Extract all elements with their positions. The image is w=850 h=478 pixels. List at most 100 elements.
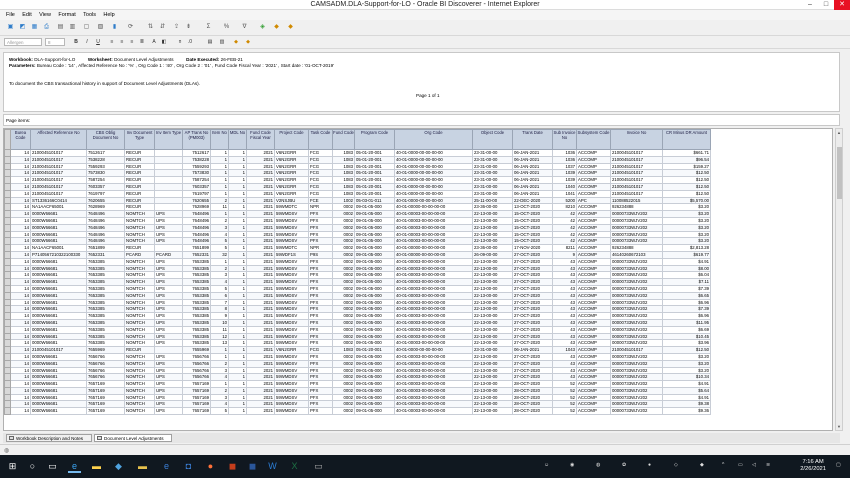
table-cell[interactable]: 2100045101017 <box>610 162 663 171</box>
column-header[interactable]: Subsystem Code <box>576 129 611 150</box>
table-cell[interactable]: 1 <box>210 210 229 218</box>
table-cell[interactable]: V6N2GRR <box>274 162 309 171</box>
table-cell[interactable]: 14 <box>10 298 31 307</box>
table-cell[interactable]: 2021 <box>246 210 275 218</box>
table-cell[interactable]: NOMTCH <box>124 359 155 368</box>
table-cell[interactable]: NOMTCH <box>124 305 155 314</box>
table-cell[interactable]: 00000733WJV202 <box>610 393 663 402</box>
table-cell[interactable]: 7653385 <box>86 339 125 348</box>
table-cell[interactable]: 0002 <box>332 257 355 266</box>
table-cell[interactable]: NOMTCH <box>124 210 155 218</box>
table-cell[interactable]: NOMTCH <box>124 380 155 388</box>
table-cell[interactable]: 0000W66681 <box>30 366 87 375</box>
table-cell[interactable]: 7559293 <box>86 162 125 171</box>
table-cell[interactable]: $12.50 <box>662 176 711 184</box>
table-cell[interactable]: UPS <box>154 359 183 368</box>
menu-tools[interactable]: Tools <box>83 10 96 20</box>
table-cell[interactable]: 00000733WJV202 <box>610 359 663 368</box>
table-cell[interactable]: NOMTCH <box>124 339 155 348</box>
table-cell[interactable]: 926234888 <box>610 203 663 212</box>
table-cell[interactable]: 43 <box>552 352 577 361</box>
table-cell[interactable]: 7648496 <box>182 230 211 239</box>
table-cell[interactable]: 40-01-00003-00-00-00-00 <box>394 237 473 246</box>
table-cell[interactable]: 0000W66681 <box>30 237 87 246</box>
table-cell[interactable]: $3.20 <box>662 216 711 225</box>
table-cell[interactable] <box>154 203 183 212</box>
table-cell[interactable]: 1083 <box>332 182 355 191</box>
table-cell[interactable]: 0002 <box>332 216 355 225</box>
new-workbook-icon[interactable]: ▣ <box>6 23 15 32</box>
table-cell[interactable]: 2021 <box>246 278 275 286</box>
table-cell[interactable]: 40-01-00003-00-00-00-00 <box>394 332 473 341</box>
table-cell[interactable]: 14 <box>10 264 31 273</box>
table-row[interactable]: 14 ST1336166C0414 7620655 RECUR 7620655 2 1 202… <box>4 196 833 205</box>
table-cell[interactable]: 14 <box>10 366 31 375</box>
table-cell[interactable]: $3.20 <box>662 203 711 212</box>
table-cell[interactable]: 2021 <box>246 250 275 259</box>
table-cell[interactable]: 0000W66681 <box>30 339 87 348</box>
table-cell[interactable]: 0002 <box>332 332 355 341</box>
taskbar-clock[interactable]: 7:16 AM 2/26/2021 <box>800 459 826 473</box>
table-cell[interactable]: 2100045101017 <box>30 189 87 198</box>
table-cell[interactable]: PFX <box>308 380 333 388</box>
table-cell[interactable]: 7653385 <box>86 325 125 334</box>
table-cell[interactable]: 40-01-00003-00-00-00-00 <box>394 325 473 334</box>
table-cell[interactable]: 00000733WJV202 <box>610 291 663 300</box>
table-row[interactable]: 14 P7140567210322100330 7652331 PCARD PCARD 7… <box>4 250 833 259</box>
table-cell[interactable]: 0002 <box>332 380 355 388</box>
table-cell[interactable]: 22-13-00-00 <box>472 312 513 320</box>
table-cell[interactable]: 3 <box>210 393 229 402</box>
table-cell[interactable]: RECUR <box>124 149 155 157</box>
table-cell[interactable]: 0000W66681 <box>30 216 87 225</box>
table-cell[interactable]: PFX <box>308 230 333 239</box>
table-cell[interactable]: 00000733WJV202 <box>610 284 663 293</box>
table-cell[interactable]: NOMTCH <box>124 264 155 273</box>
table-cell[interactable]: 2021 <box>246 176 275 184</box>
table-cell[interactable]: 22-13-00-00 <box>472 318 513 327</box>
tray-icon[interactable]: ◆ <box>700 462 704 468</box>
table-cell[interactable]: PFX <box>308 291 333 300</box>
table-cell[interactable]: 1 <box>210 380 229 388</box>
table-cell[interactable]: 43 <box>552 305 577 314</box>
table-cell[interactable]: ACCOMP <box>576 223 611 232</box>
table-cell[interactable]: UPS <box>154 407 183 416</box>
table-cell[interactable]: 15-OCT-2020 <box>512 230 553 239</box>
table-cell[interactable]: 59WMDSV <box>274 210 309 218</box>
table-cell[interactable]: 7656766 <box>86 373 125 382</box>
table-cell[interactable]: 0000W66681 <box>30 332 87 341</box>
scroll-up-arrow-icon[interactable]: ▲ <box>836 129 842 136</box>
table-cell[interactable]: NOMTCH <box>124 230 155 239</box>
table-cell[interactable]: 59WMDSV <box>274 366 309 375</box>
table-cell[interactable]: 06-JAN-2021 <box>512 346 553 354</box>
table-row[interactable]: 14 0000W66681 7648496 NOMTCH UPS 7648496 2 1 202… <box>4 216 833 225</box>
table-cell[interactable]: 0000W66681 <box>30 271 87 280</box>
table-cell[interactable]: 22-13-00-00 <box>472 352 513 361</box>
table-cell[interactable]: 3 <box>210 271 229 280</box>
table-cell[interactable]: 1 <box>228 298 247 307</box>
table-cell[interactable]: PFX <box>308 264 333 273</box>
table-cell[interactable]: NOMTCH <box>124 312 155 320</box>
table-cell[interactable]: 5 <box>210 237 229 246</box>
table-cell[interactable]: 1 <box>228 278 247 286</box>
table-row[interactable]: 14 2100045101017 7573830 RECUR 7573830 1 1 2021… <box>4 169 833 178</box>
table-cell[interactable]: ACCOMP <box>576 176 611 184</box>
table-cell[interactable]: NOMTCH <box>124 284 155 293</box>
table-cell[interactable]: 14 <box>10 305 31 314</box>
table-cell[interactable]: 00000733WJV202 <box>610 373 663 382</box>
table-cell[interactable]: 7653385 <box>86 271 125 280</box>
table-cell[interactable]: 0002 <box>332 203 355 212</box>
table-cell[interactable]: ACCOMP <box>576 284 611 293</box>
table-row[interactable]: 14 0000W66681 7657169 NOMTCH UPS 7657169 4 1 202… <box>4 400 833 409</box>
table-cell[interactable]: 43 <box>552 373 577 382</box>
table-cell[interactable]: 23-31-00-00 <box>472 189 513 198</box>
table-cell[interactable]: 59WMDSV <box>274 332 309 341</box>
table-cell[interactable]: ACCOMP <box>576 155 611 164</box>
app-icon[interactable]: ◘ <box>182 460 195 473</box>
table-cell[interactable]: 0000W66681 <box>30 407 87 416</box>
table-cell[interactable]: 59WMDSV <box>274 237 309 246</box>
table-cell[interactable]: 14 <box>10 352 31 361</box>
store-icon[interactable]: ◆ <box>112 460 125 473</box>
table-cell[interactable]: $12.50 <box>662 189 711 198</box>
table-cell[interactable] <box>154 244 183 252</box>
table-cell[interactable]: FCG <box>308 346 333 354</box>
